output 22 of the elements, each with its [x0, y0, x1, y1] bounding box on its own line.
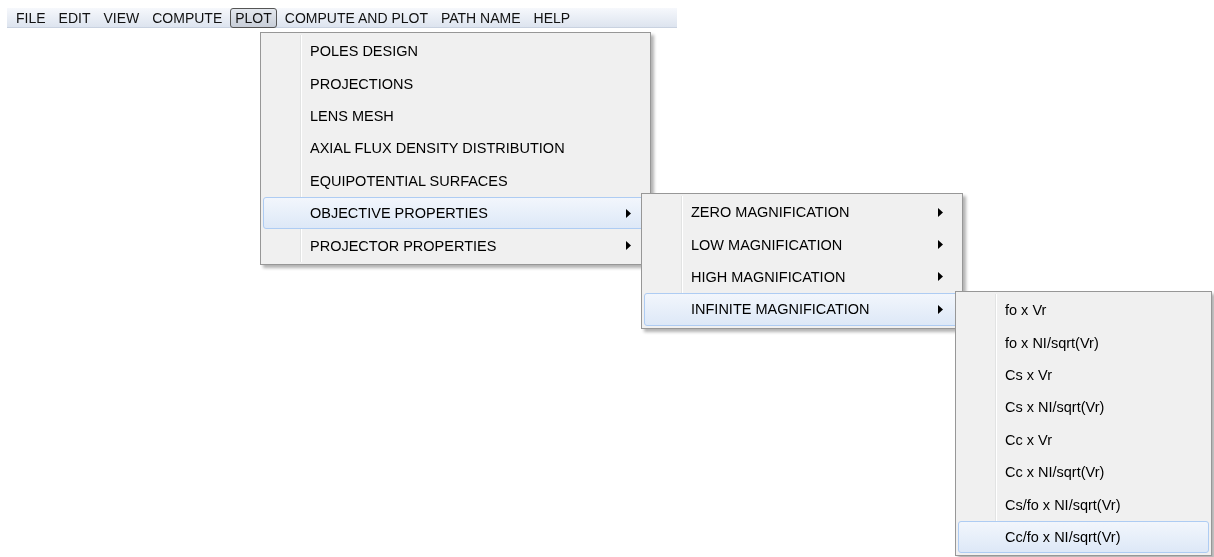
menu-item[interactable]: HIGH MAGNIFICATION — [644, 260, 960, 294]
menu-item[interactable]: Cs x NI/sqrt(Vr) — [958, 391, 1209, 424]
menu-bar-item[interactable]: PLOT — [230, 7, 277, 28]
menu-item[interactable]: Cs x Vr — [958, 358, 1209, 392]
menu-item[interactable]: POLES DESIGN — [263, 35, 648, 68]
menu-bar-item[interactable]: COMPUTE AND PLOT — [279, 7, 433, 28]
menu-item[interactable]: fo x Vr — [958, 294, 1209, 327]
menu-item[interactable]: Cc x NI/sqrt(Vr) — [958, 455, 1209, 489]
menu-bar-item[interactable]: VIEW — [98, 7, 145, 28]
menu-item[interactable]: EQUIPOTENTIAL SURFACES — [263, 164, 648, 197]
menu-item[interactable]: AXIAL FLUX DENSITY DISTRIBUTION — [263, 132, 648, 165]
menu-item[interactable]: Cc/fo x NI/sqrt(Vr) — [958, 520, 1209, 554]
menu-item[interactable]: fo x NI/sqrt(Vr) — [958, 326, 1209, 359]
menu-bar-item[interactable]: FILE — [11, 7, 51, 28]
menu-item[interactable]: Cc x Vr — [958, 423, 1209, 456]
menu-bar-item[interactable]: COMPUTE — [147, 7, 228, 28]
menu-item[interactable]: LENS MESH — [263, 99, 648, 133]
menu-item[interactable]: Cs/fo x NI/sqrt(Vr) — [958, 488, 1209, 521]
menu-bar-item[interactable]: EDIT — [53, 7, 96, 28]
menu-item[interactable]: PROJECTIONS — [263, 67, 648, 100]
menu-bar-item[interactable]: PATH NAME — [435, 7, 526, 28]
menu-bar-item[interactable]: HELP — [528, 7, 576, 28]
